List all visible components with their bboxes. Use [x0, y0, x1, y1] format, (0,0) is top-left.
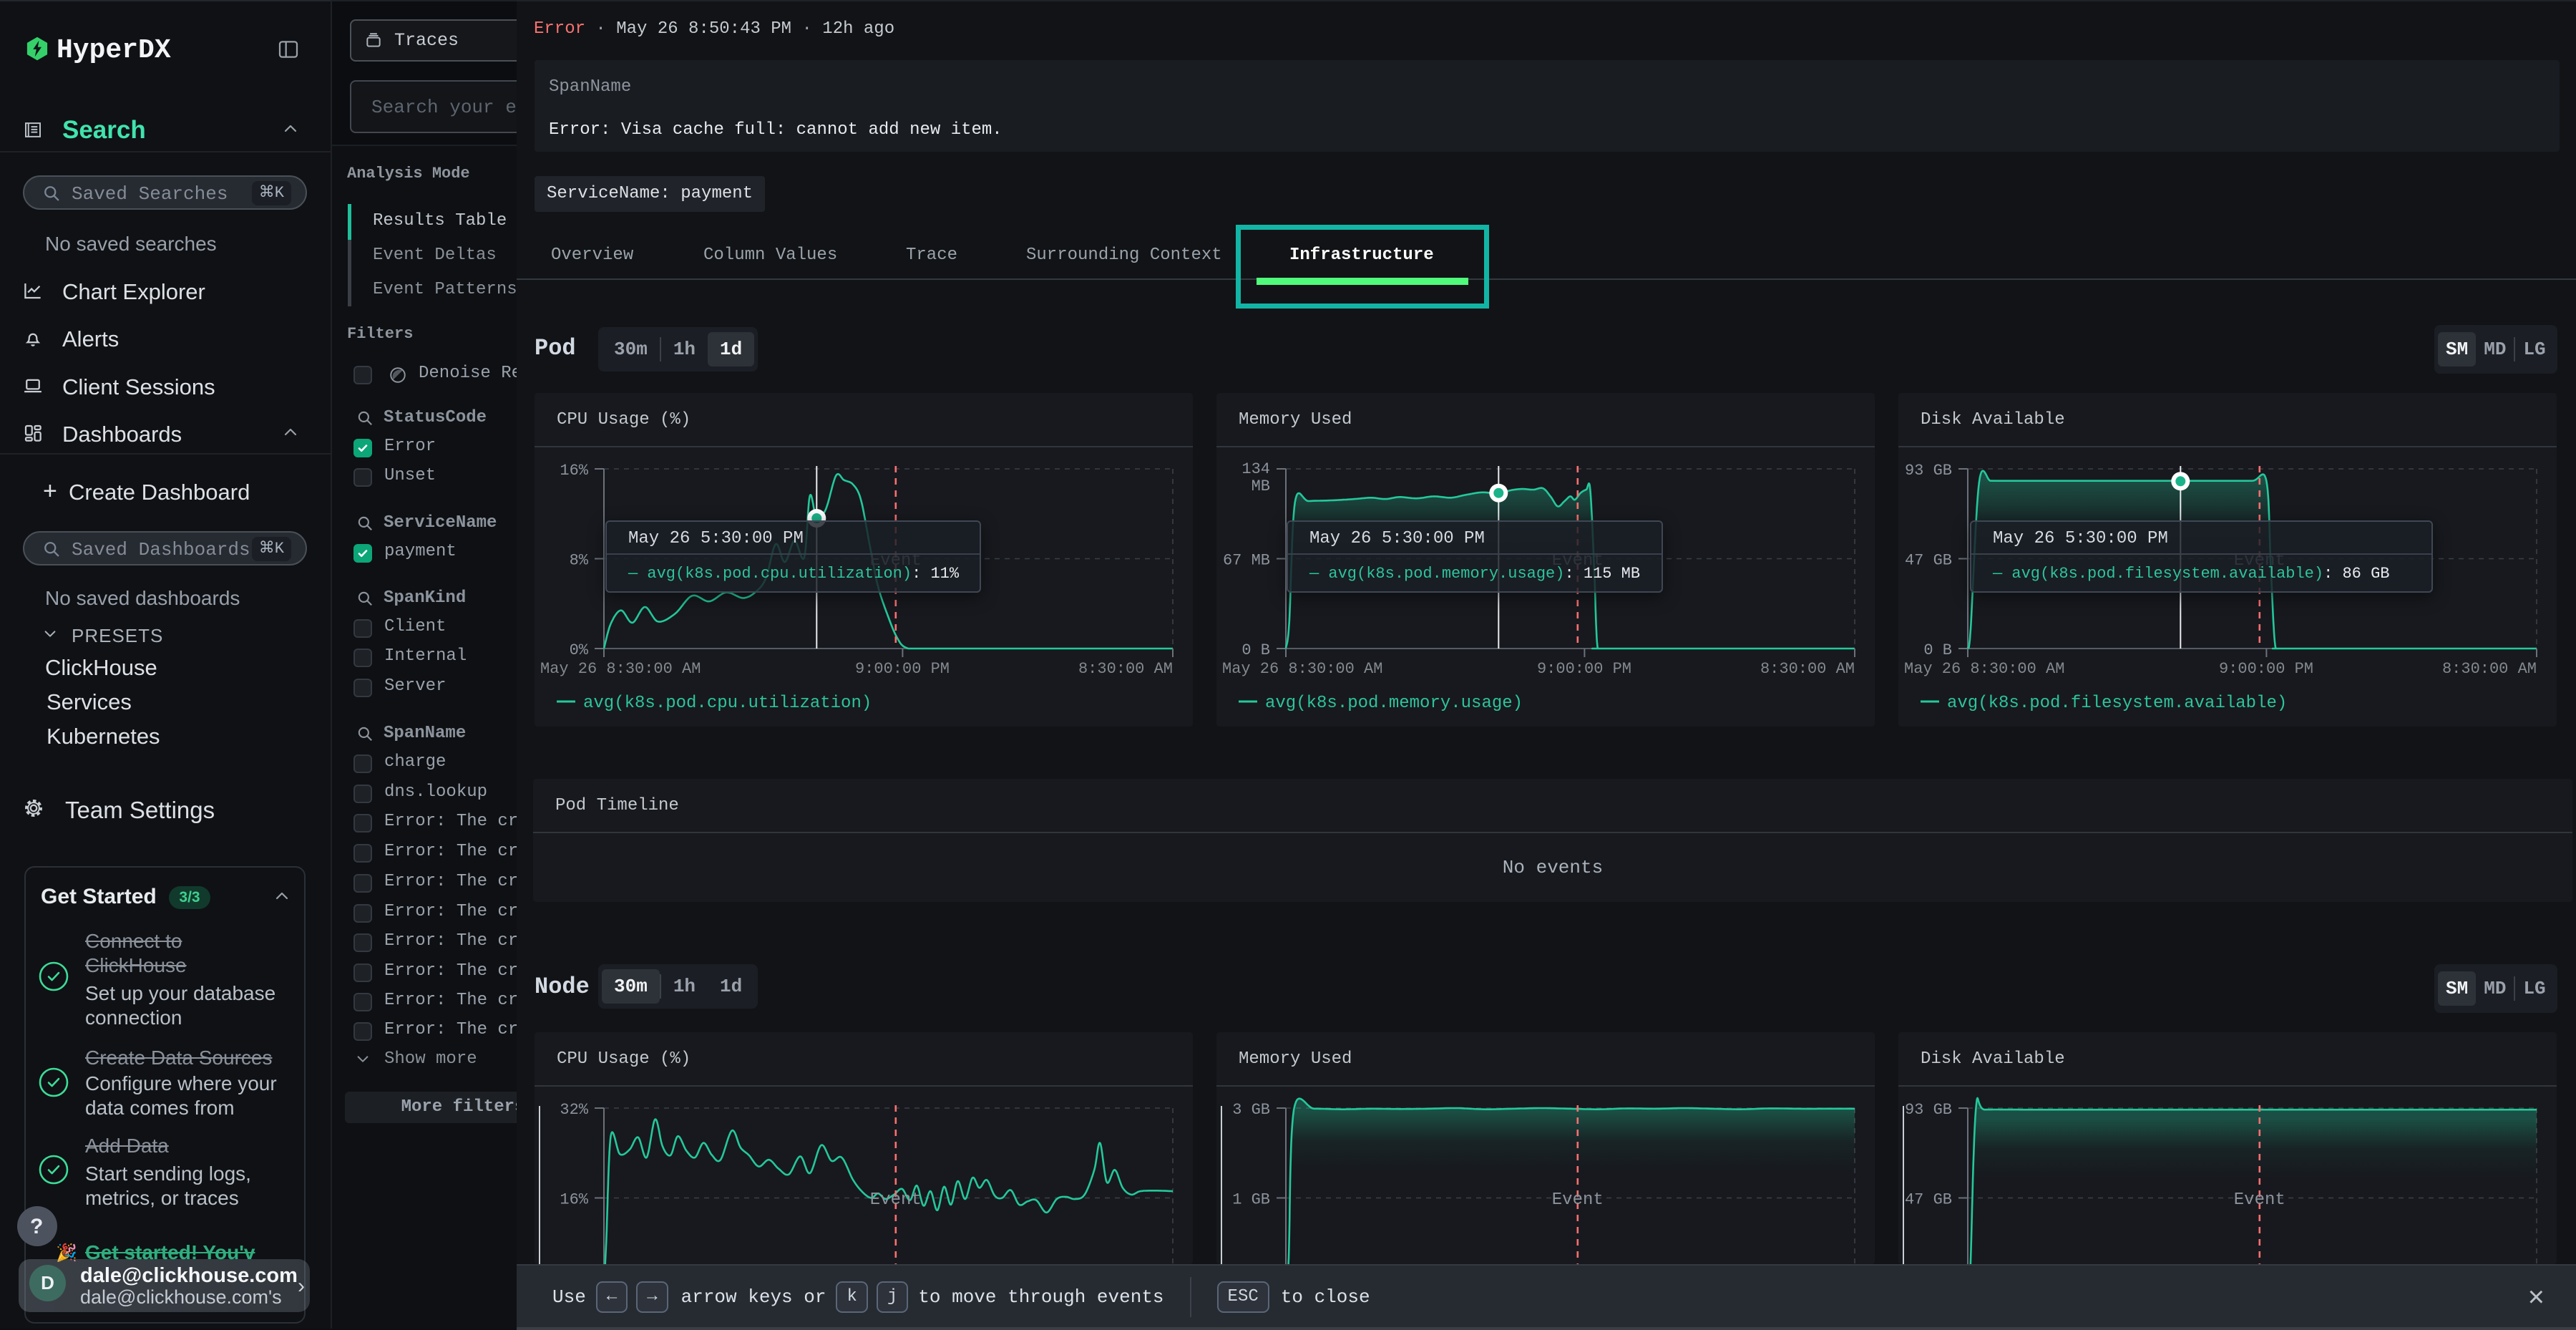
svg-text:32%: 32%: [560, 1101, 588, 1119]
svg-text:16%: 16%: [560, 1191, 588, 1209]
svg-text:93 GB: 93 GB: [1905, 1101, 1952, 1119]
svg-text:134: 134: [1241, 460, 1270, 478]
svg-text:9:00:00 PM: 9:00:00 PM: [1537, 660, 1631, 678]
svg-text:0%: 0%: [570, 641, 589, 659]
svg-text:67 MB: 67 MB: [1223, 552, 1270, 570]
svg-text:May 26 8:30:00 AM: May 26 8:30:00 AM: [1904, 660, 2064, 678]
svg-text:avg(k8s.pod.filesystem.availab: avg(k8s.pod.filesystem.available): [1947, 694, 2287, 713]
svg-text:9:00:00 PM: 9:00:00 PM: [855, 660, 950, 678]
svg-text:May 26 8:30:00 AM: May 26 8:30:00 AM: [540, 660, 701, 678]
svg-text:avg(k8s.pod.memory.usage): avg(k8s.pod.memory.usage): [1265, 694, 1523, 713]
svg-text:93 GB: 93 GB: [1905, 462, 1952, 480]
svg-text:MB: MB: [1252, 477, 1270, 495]
svg-text:Event: Event: [1552, 1190, 1604, 1210]
svg-text:8:30:00 AM: 8:30:00 AM: [1760, 660, 1855, 678]
svg-text:9:00:00 PM: 9:00:00 PM: [2219, 660, 2313, 678]
svg-text:8:30:00 AM: 8:30:00 AM: [1078, 660, 1173, 678]
svg-text:8%: 8%: [570, 552, 589, 570]
svg-text:May 26 8:30:00 AM: May 26 8:30:00 AM: [1222, 660, 1382, 678]
svg-text:16%: 16%: [560, 462, 588, 480]
svg-text:Event: Event: [870, 1190, 922, 1210]
svg-text:Event: Event: [2234, 1190, 2285, 1210]
svg-text:avg(k8s.pod.cpu.utilization): avg(k8s.pod.cpu.utilization): [583, 694, 872, 713]
svg-text:0 B: 0 B: [1923, 641, 1952, 659]
svg-text:47 GB: 47 GB: [1905, 1191, 1952, 1209]
svg-text:3 GB: 3 GB: [1232, 1101, 1270, 1119]
svg-text:8:30:00 AM: 8:30:00 AM: [2442, 660, 2537, 678]
svg-text:0 B: 0 B: [1241, 641, 1270, 659]
svg-text:1 GB: 1 GB: [1232, 1191, 1270, 1209]
svg-text:47 GB: 47 GB: [1905, 552, 1952, 570]
